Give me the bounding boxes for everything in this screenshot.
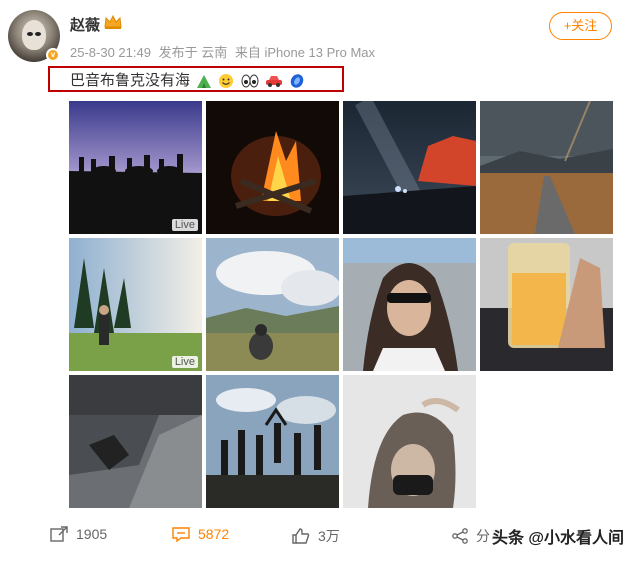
photo-4[interactable] xyxy=(480,101,613,234)
comment-count: 5872 xyxy=(198,526,230,542)
follow-button[interactable]: +关注 xyxy=(549,12,612,40)
photo-1[interactable]: Live xyxy=(69,101,202,234)
post-meta: 25-8-30 21:49 发布于 云南 来自 iPhone 13 Pro Ma… xyxy=(70,42,379,61)
photo-2[interactable] xyxy=(206,101,339,234)
post-location: 发布于 云南 xyxy=(158,45,228,60)
post-text: 巴音布鲁克没有海 xyxy=(70,69,305,90)
watermark: 头条 @小水看人间 xyxy=(489,524,626,548)
repost-button[interactable]: 1905 xyxy=(50,526,107,542)
smile-icon xyxy=(219,74,234,89)
thumbs-up-icon xyxy=(292,528,310,544)
eyes-icon xyxy=(241,74,259,88)
avatar-eye xyxy=(27,32,33,36)
tent-icon xyxy=(197,75,212,89)
photo-9[interactable] xyxy=(69,375,202,508)
photo-3[interactable] xyxy=(343,101,476,234)
post-time[interactable]: 25-8-30 21:49 xyxy=(70,45,151,60)
share-nodes-icon xyxy=(452,528,468,544)
post-text-content: 巴音布鲁克没有海 xyxy=(70,72,191,89)
repost-count: 1905 xyxy=(76,526,108,542)
post-device: 来自 iPhone 13 Pro Max xyxy=(234,45,376,60)
photo-6[interactable] xyxy=(206,238,339,371)
username[interactable]: 赵薇 xyxy=(70,14,100,35)
avatar-eye xyxy=(35,32,41,36)
verified-badge-icon: v xyxy=(46,48,60,62)
live-badge: Live xyxy=(171,219,198,231)
crown-icon xyxy=(104,15,122,29)
live-badge: Live xyxy=(171,356,198,368)
photo-8[interactable] xyxy=(480,238,613,371)
comment-icon xyxy=(172,527,190,542)
photo-10[interactable] xyxy=(206,375,339,508)
avatar-face xyxy=(22,20,46,50)
photo-7[interactable] xyxy=(343,238,476,371)
blue-stone-icon xyxy=(290,74,304,88)
like-count: 3万 xyxy=(318,528,340,544)
like-button[interactable]: 3万 xyxy=(292,526,340,546)
car-icon xyxy=(265,76,282,88)
share-icon xyxy=(50,526,68,542)
photo-5[interactable]: Live xyxy=(69,238,202,371)
photo-11[interactable] xyxy=(343,375,476,508)
comment-button[interactable]: 5872 xyxy=(172,526,229,542)
